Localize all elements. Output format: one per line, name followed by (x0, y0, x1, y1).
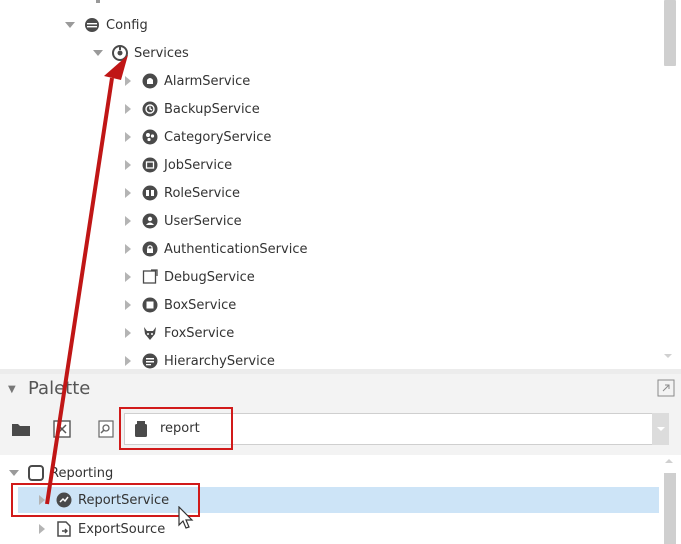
dropdown-arrow-icon[interactable] (652, 413, 669, 445)
tree-node-label: JobService (164, 157, 233, 173)
palette-node-export-source[interactable]: ExportSource (36, 518, 165, 540)
open-folder-icon[interactable] (10, 418, 32, 440)
palette-scrollbar-thumb[interactable] (664, 473, 676, 544)
expand-toggle-icon[interactable] (122, 159, 134, 171)
tree-node-fox-service[interactable]: FoxService (122, 322, 234, 344)
expand-toggle-icon[interactable] (36, 523, 48, 535)
expand-toggle-icon[interactable] (92, 47, 104, 59)
expand-toggle-icon[interactable] (122, 75, 134, 87)
clipped-row-fragment (96, 0, 100, 3)
tree-node-label: Config (106, 17, 148, 33)
palette-title: Palette (28, 378, 91, 399)
tree-node-alarm-service[interactable]: AlarmService (122, 70, 250, 92)
tree-node-authentication-service[interactable]: AuthenticationService (122, 238, 307, 260)
expand-toggle-icon[interactable] (122, 271, 134, 283)
expand-toggle-icon[interactable] (122, 355, 134, 367)
tree-node-label: DebugService (164, 269, 255, 285)
tree-node-label: RoleService (164, 185, 241, 201)
mouse-cursor-icon (178, 505, 196, 534)
palette-node-reporting[interactable]: Reporting (8, 462, 113, 484)
tree-node-label: UserService (164, 213, 242, 229)
tree-node-backup-service[interactable]: BackupService (122, 98, 260, 120)
search-highlight-box (119, 407, 233, 450)
scroll-down-arrow-icon[interactable] (664, 354, 672, 358)
expand-toggle-icon[interactable] (122, 299, 134, 311)
tree-node-label: AlarmService (164, 73, 251, 89)
tree-node-box-service[interactable]: BoxService (122, 294, 236, 316)
tree-node-label: AuthenticationService (164, 241, 308, 257)
expand-toggle-icon[interactable] (122, 131, 134, 143)
box-service-icon (142, 297, 158, 313)
database-icon (84, 17, 100, 33)
tree-node-label: BoxService (164, 297, 237, 313)
module-icon (28, 465, 44, 481)
fox-icon (142, 325, 158, 341)
hierarchy-service-icon (142, 353, 158, 369)
expand-toggle-icon[interactable] (8, 467, 20, 479)
tree-node-debug-service[interactable]: DebugService (122, 266, 255, 288)
tree-node-config[interactable]: Config (64, 14, 148, 36)
collapse-chevron-icon[interactable]: ▼ (8, 384, 16, 395)
tree-node-services[interactable]: Services (92, 42, 189, 64)
nav-tree: Config Services AlarmService BackupServi… (0, 0, 681, 369)
tree-node-label: HierarchyService (164, 353, 275, 369)
expand-toggle-icon[interactable] (122, 103, 134, 115)
alarm-service-icon (142, 73, 158, 89)
find-icon[interactable] (95, 418, 117, 440)
tree-node-user-service[interactable]: UserService (122, 210, 242, 232)
tree-node-job-service[interactable]: JobService (122, 154, 232, 176)
tree-node-label: CategoryService (164, 129, 272, 145)
debug-service-icon (142, 269, 158, 285)
tree-node-category-service[interactable]: CategoryService (122, 126, 271, 148)
report-service-highlight-box (11, 483, 200, 517)
role-service-icon (142, 185, 158, 201)
tree-node-role-service[interactable]: RoleService (122, 182, 240, 204)
lock-icon (142, 241, 158, 257)
expand-toggle-icon[interactable] (122, 243, 134, 255)
tree-node-label: BackupService (164, 101, 260, 117)
maximize-icon[interactable] (657, 379, 675, 397)
expand-toggle-icon[interactable] (64, 19, 76, 31)
tree-node-hierarchy-service[interactable]: HierarchyService (122, 350, 275, 369)
category-service-icon (142, 129, 158, 145)
export-source-icon (56, 521, 72, 537)
tree-node-label: Services (134, 45, 189, 61)
expand-toggle-icon[interactable] (122, 215, 134, 227)
close-palette-icon[interactable] (51, 418, 73, 440)
expand-toggle-icon[interactable] (122, 187, 134, 199)
expand-toggle-icon[interactable] (122, 327, 134, 339)
tree-scrollbar-thumb[interactable] (664, 0, 676, 66)
user-service-icon (142, 213, 158, 229)
services-gear-icon (112, 45, 128, 61)
backup-service-icon (142, 101, 158, 117)
tree-node-label: ExportSource (78, 521, 166, 537)
tree-node-label: Reporting (50, 465, 114, 481)
job-service-icon (142, 157, 158, 173)
scroll-up-arrow-icon[interactable] (665, 459, 673, 463)
tree-node-label: FoxService (164, 325, 235, 341)
